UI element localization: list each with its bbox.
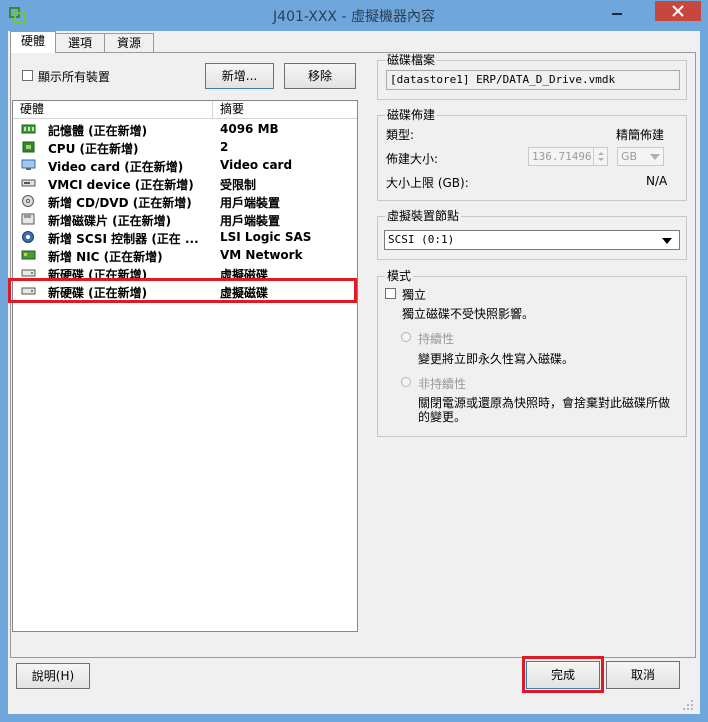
column-header-summary[interactable]: 摘要 [213, 101, 357, 118]
cd-dvd-icon [22, 195, 34, 207]
cancel-button[interactable]: 取消 [606, 661, 680, 689]
hardware-list: 硬體 摘要 記憶體 (正在新增) 4096 MB CPU (正在新增) 2 Video … [12, 100, 358, 632]
type-value: 精簡佈建 [616, 128, 665, 142]
title-bar: J401-XXX - 虛擬機器內容 [0, 0, 708, 31]
hardware-row-name: 新增 SCSI 控制器 (正在 ... [48, 232, 199, 246]
resize-grip-icon[interactable] [682, 699, 694, 711]
type-label: 類型: [386, 128, 415, 142]
hardware-row-summary: 受限制 [220, 178, 257, 192]
independent-checkbox[interactable] [385, 288, 396, 299]
persistent-radio[interactable] [401, 332, 411, 342]
hardware-row-name: Video card (正在新增) [48, 160, 184, 174]
hardware-row-summary: 用戶端裝置 [220, 214, 281, 228]
max-size-value: N/A [646, 174, 668, 188]
hardware-row-name: 新增磁碟片 (正在新增) [48, 214, 172, 228]
hardware-row-summary: 4096 MB [220, 122, 279, 136]
hardware-row-summary: 虛擬磁碟 [220, 268, 269, 282]
properties-window: J401-XXX - 虛擬機器內容 硬體 選項 資源 顯示所有裝置 新增... … [0, 0, 708, 722]
close-button[interactable] [655, 1, 701, 21]
disk-provisioning-group: 磁碟佈建 類型: 精簡佈建 佈建大小: 136.71496 GB 大小上限 (G… [377, 108, 687, 201]
dialog-client: 硬體 選項 資源 顯示所有裝置 新增... 移除 硬體 摘要 記憶體 (正在新增… [8, 31, 700, 714]
close-icon [672, 5, 684, 17]
network-card-icon [21, 250, 36, 260]
hardware-row[interactable]: 新增 NIC (正在新增) VM Network [13, 246, 357, 264]
size-spinner[interactable] [593, 148, 608, 165]
hardware-row-summary: 2 [220, 140, 229, 154]
unit-dropdown-arrow-icon [650, 154, 660, 160]
show-all-devices-label: 顯示所有裝置 [38, 70, 111, 84]
hardware-row-name: 新增 NIC (正在新增) [48, 250, 163, 264]
hardware-row[interactable]: 新硬碟 (正在新增) 虛擬磁碟 [13, 264, 357, 282]
hardware-row-name: 新硬碟 (正在新增) [48, 286, 148, 300]
hardware-row-name: 新硬碟 (正在新增) [48, 268, 148, 282]
scsi-controller-icon [22, 231, 34, 243]
hardware-row[interactable]: 新增磁碟片 (正在新增) 用戶端裝置 [13, 210, 357, 228]
persistent-label: 持續性 [418, 332, 455, 346]
virtual-device-node-legend: 虛擬裝置節點 [385, 209, 462, 223]
help-button[interactable]: 說明(H) [16, 663, 90, 689]
hardware-row[interactable]: Video card (正在新增) Video card [13, 156, 357, 174]
independent-description: 獨立磁碟不受快照影響。 [402, 307, 535, 321]
minimize-icon [612, 13, 622, 15]
hardware-row-name: 新增 CD/DVD (正在新增) [48, 196, 192, 210]
persistent-description: 變更將立即永久性寫入磁碟。 [418, 352, 575, 366]
hardware-row-summary: 虛擬磁碟 [220, 286, 269, 300]
show-all-devices-checkbox[interactable] [22, 70, 33, 81]
add-button[interactable]: 新增... [205, 63, 274, 89]
hardware-row[interactable]: CPU (正在新增) 2 [13, 138, 357, 156]
nonpersistent-description-line2: 的變更。 [418, 410, 467, 424]
hardware-row[interactable]: 新硬碟 (正在新增) 虛擬磁碟 [13, 282, 357, 300]
tab-options[interactable]: 選項 [55, 33, 105, 52]
virtual-device-node-group: 虛擬裝置節點 SCSI (0:1) [377, 209, 687, 260]
hardware-row[interactable]: VMCI device (正在新增) 受限制 [13, 174, 357, 192]
device-icon [21, 179, 36, 187]
memory-icon [21, 124, 36, 134]
virtual-device-node-select[interactable]: SCSI (0:1) [384, 230, 680, 250]
independent-label: 獨立 [402, 288, 427, 302]
nonpersistent-label: 非持續性 [418, 377, 467, 391]
hardware-row-summary: Video card [220, 158, 293, 172]
hard-disk-icon [21, 287, 36, 295]
window-title: J401-XXX - 虛擬機器內容 [273, 9, 435, 25]
disk-file-path: [datastore1] ERP/DATA_D_Drive.vmdk [386, 70, 680, 90]
column-header-hardware[interactable]: 硬體 [13, 101, 213, 118]
disk-file-legend: 磁碟檔案 [385, 53, 438, 67]
hardware-row-name: VMCI device (正在新增) [48, 178, 194, 192]
mode-legend: 模式 [385, 269, 414, 283]
mode-group: 模式 獨立 獨立磁碟不受快照影響。 持續性 變更將立即永久性寫入磁碟。 非持續性… [377, 269, 687, 437]
hard-disk-icon [21, 269, 36, 277]
hardware-list-header: 硬體 摘要 [13, 101, 357, 119]
hardware-row[interactable]: 新增 SCSI 控制器 (正在 ... LSI Logic SAS [13, 228, 357, 246]
dropdown-arrow-icon [662, 238, 672, 244]
floppy-icon [21, 213, 35, 225]
provisioned-size-label: 佈建大小: [386, 152, 439, 166]
nonpersistent-radio[interactable] [401, 377, 411, 387]
hardware-row-name: 記憶體 (正在新增) [48, 124, 148, 138]
hardware-row[interactable]: 新增 CD/DVD (正在新增) 用戶端裝置 [13, 192, 357, 210]
hardware-row[interactable]: 記憶體 (正在新增) 4096 MB [13, 120, 357, 138]
finish-button[interactable]: 完成 [526, 661, 600, 689]
tab-resources[interactable]: 資源 [104, 33, 154, 52]
monitor-icon [21, 159, 36, 170]
spinner-arrows-icon [598, 152, 604, 161]
cpu-icon [22, 141, 35, 153]
minimize-button[interactable] [604, 1, 630, 21]
max-size-label: 大小上限 (GB): [386, 176, 469, 190]
disk-file-group: 磁碟檔案 [datastore1] ERP/DATA_D_Drive.vmdk [377, 53, 687, 100]
remove-button[interactable]: 移除 [284, 63, 356, 89]
hardware-row-summary: 用戶端裝置 [220, 196, 281, 210]
disk-provisioning-legend: 磁碟佈建 [385, 108, 438, 122]
hardware-row-summary: VM Network [220, 248, 303, 262]
tab-hardware[interactable]: 硬體 [10, 31, 56, 53]
hardware-row-summary: LSI Logic SAS [220, 230, 312, 244]
hardware-row-name: CPU (正在新增) [48, 142, 139, 156]
